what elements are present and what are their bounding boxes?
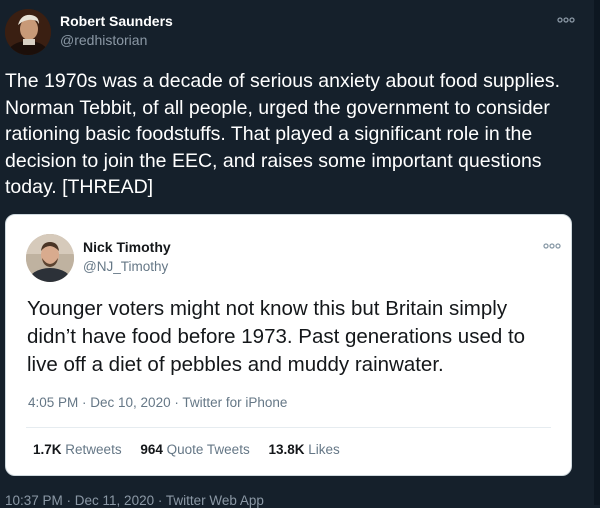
more-options-icon[interactable]	[556, 12, 576, 28]
tweet-timestamp[interactable]: 10:37 PM · Dec 11, 2020 · Twitter Web Ap…	[5, 493, 264, 508]
author-avatar[interactable]	[5, 9, 51, 55]
quoted-tweet-timestamp[interactable]: 4:05 PM · Dec 10, 2020 · Twitter for iPh…	[28, 395, 287, 410]
tweet-text: The 1970s was a decade of serious anxiet…	[5, 70, 561, 198]
quoted-author-handle[interactable]: @NJ_Timothy	[83, 259, 168, 274]
scrollbar-track[interactable]	[594, 0, 600, 505]
quoted-author-avatar[interactable]	[26, 234, 74, 282]
retweets-count: 1.7K	[33, 442, 62, 457]
quoted-tweet-stats: 1.7K Retweets 964 Quote Tweets 13.8K Lik…	[33, 442, 355, 457]
quoted-more-options-icon[interactable]	[542, 239, 562, 253]
quote-tweets-label: Quote Tweets	[166, 442, 250, 457]
author-name[interactable]: Robert Saunders	[60, 13, 173, 29]
likes-label: Likes	[308, 442, 340, 457]
quoted-tweet-card[interactable]: Nick Timothy @NJ_Timothy Younger voters …	[5, 214, 572, 476]
quote-tweets-count: 964	[140, 442, 163, 457]
retweets-stat[interactable]: 1.7K Retweets	[33, 442, 122, 457]
quote-tweets-stat[interactable]: 964 Quote Tweets	[140, 442, 249, 457]
likes-count: 13.8K	[268, 442, 305, 457]
likes-stat[interactable]: 13.8K Likes	[268, 442, 339, 457]
author-handle[interactable]: @redhistorian	[60, 32, 147, 48]
divider	[26, 427, 551, 428]
quoted-tweet-text: Younger voters might not know this but B…	[27, 297, 526, 376]
retweets-label: Retweets	[65, 442, 122, 457]
quoted-author-name[interactable]: Nick Timothy	[83, 239, 171, 255]
